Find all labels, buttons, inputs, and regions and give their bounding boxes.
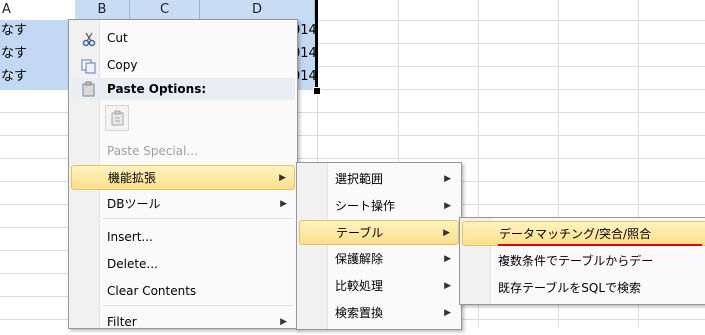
red-underline-annotation: [498, 244, 702, 246]
menu-item-label: 選択範囲: [335, 172, 384, 186]
menu-separator: [103, 305, 293, 306]
menu-item-label: DBツール: [107, 197, 161, 211]
submenu-arrow-icon: ▶: [443, 228, 450, 238]
menu-item-sentaku-hani[interactable]: 選択範囲 ▶: [299, 167, 459, 192]
menu-item-label: Copy: [107, 58, 138, 72]
menu-item-label: 機能拡張: [108, 171, 157, 185]
submenu-arrow-icon: ▶: [444, 201, 451, 211]
menu-item-db-tool[interactable]: DBツール ▶: [71, 192, 295, 217]
menu-item-label: Insert...: [107, 230, 153, 244]
submenu-arrow-icon: ▶: [280, 317, 287, 327]
menu-item-paste-special[interactable]: Paste Special...: [71, 139, 295, 164]
copy-icon: [81, 59, 96, 74]
column-header-d[interactable]: D: [200, 0, 315, 20]
submenu-arrow-icon: ▶: [280, 199, 287, 209]
menu-item-clear-contents[interactable]: Clear Contents: [71, 279, 295, 304]
menu-item-label: 比較処理: [335, 279, 384, 293]
menu-item-fukusu-jouken[interactable]: 複数条件でテーブルからデー: [462, 249, 705, 274]
menu-item-label: シート操作: [335, 199, 396, 213]
menu-item-delete[interactable]: Delete...: [71, 252, 295, 277]
menu-item-label: Clear Contents: [107, 284, 197, 298]
submenu-arrow-icon: ▶: [444, 174, 451, 184]
submenu-arrow-icon: ▶: [444, 281, 451, 291]
menu-item-filter[interactable]: Filter ▶: [71, 310, 295, 335]
menu-item-data-matching[interactable]: データマッチング/突合/照合: [462, 221, 705, 246]
submenu-kinou-kakuchou: 選択範囲 ▶ シート操作 ▶ テーブル ▶ 保護解除 ▶ 比較処理 ▶ 検索置換…: [296, 162, 462, 330]
menu-separator: [103, 218, 293, 219]
menu-item-label: Filter: [107, 315, 137, 329]
clipboard-icon: [82, 81, 95, 97]
column-header-a[interactable]: A: [0, 0, 75, 20]
menu-item-kinou-kakuchou[interactable]: 機能拡張 ▶: [71, 165, 295, 190]
menu-item-hogo-kaijo[interactable]: 保護解除 ▶: [299, 247, 459, 272]
menu-item-label: 保護解除: [335, 252, 384, 266]
menu-item-hikaku-shori[interactable]: 比較処理 ▶: [299, 274, 459, 299]
submenu-arrow-icon: ▶: [444, 308, 451, 318]
menu-item-copy[interactable]: Copy: [71, 53, 295, 78]
cell-a-3[interactable]: なす: [1, 66, 27, 88]
menu-item-label: 検索置換: [335, 306, 384, 320]
selection-border: [315, 0, 318, 90]
menu-item-label: Paste Options:: [107, 82, 207, 96]
menu-item-cut[interactable]: Cut: [71, 26, 295, 51]
paste-option-button[interactable]: [105, 105, 129, 131]
menu-header-paste-options: Paste Options:: [71, 78, 295, 100]
paste-icon: [111, 110, 124, 126]
menu-item-sheet-sousa[interactable]: シート操作 ▶: [299, 194, 459, 219]
menu-item-label: Paste Special...: [107, 144, 198, 158]
menu-item-kizon-table-sql[interactable]: 既存テーブルをSQLで検索: [462, 276, 705, 301]
menu-item-label: 既存テーブルをSQLで検索: [498, 281, 642, 295]
scissors-icon: [82, 32, 96, 47]
menu-item-label: 複数条件でテーブルからデー: [498, 254, 654, 268]
menu-item-label: Delete...: [107, 257, 158, 271]
column-header-b[interactable]: B: [75, 0, 130, 20]
column-header-c[interactable]: C: [130, 0, 200, 20]
fill-handle[interactable]: [313, 87, 321, 95]
submenu-table: データマッチング/突合/照合 複数条件でテーブルからデー 既存テーブルをSQLで…: [459, 217, 705, 305]
context-menu: Cut Copy Paste Options: Paste Special...…: [68, 19, 298, 329]
menu-item-kensaku-chikan[interactable]: 検索置換 ▶: [299, 301, 459, 326]
cell-a-1[interactable]: なす: [1, 20, 27, 42]
menu-item-table[interactable]: テーブル ▶: [299, 220, 459, 245]
menu-item-label: テーブル: [336, 226, 384, 240]
menu-item-label: Cut: [107, 31, 128, 45]
cell-a-2[interactable]: なす: [1, 43, 27, 65]
submenu-arrow-icon: ▶: [444, 254, 451, 264]
menu-item-insert[interactable]: Insert...: [71, 225, 295, 250]
submenu-arrow-icon: ▶: [279, 173, 286, 183]
